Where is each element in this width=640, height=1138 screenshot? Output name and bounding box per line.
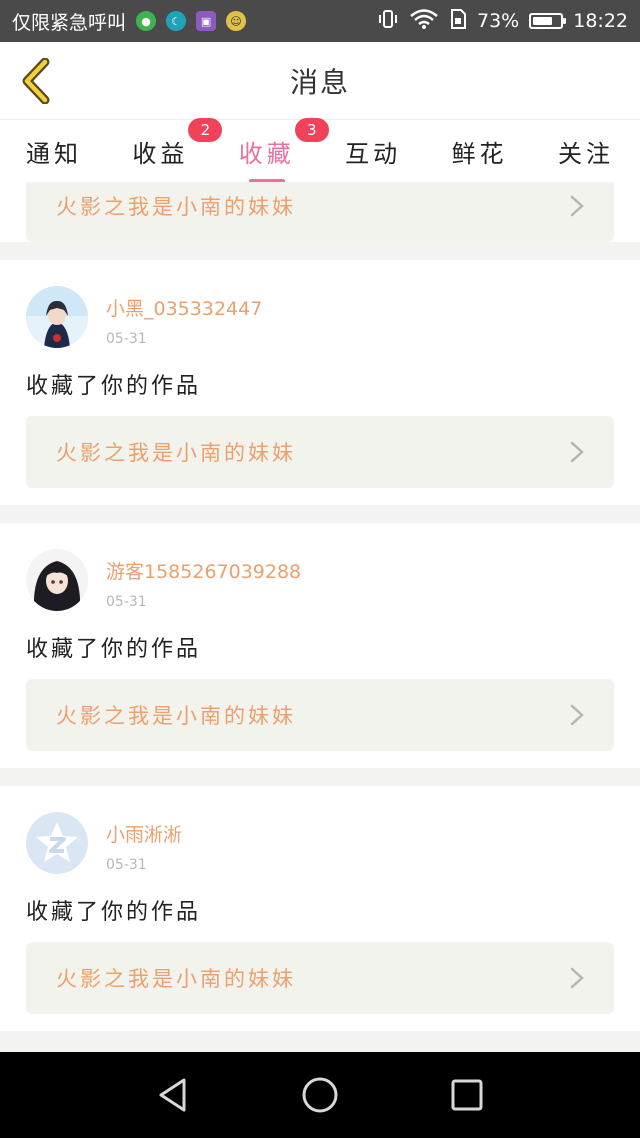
sim-icon (449, 8, 467, 35)
timestamp: 05-31 (106, 857, 147, 873)
vibrate-icon (377, 8, 399, 35)
nav-back-button[interactable] (143, 1065, 203, 1125)
chevron-right-icon (570, 704, 584, 726)
earnings-badge: 2 (188, 117, 223, 142)
action-text: 收藏了你的作品 (26, 374, 202, 399)
app-green-icon: ● (136, 11, 157, 31)
wifi-icon (409, 8, 439, 35)
tab-notice[interactable]: 通知 (26, 134, 82, 169)
work-link[interactable]: 火影之我是小南的妹妹 (26, 182, 614, 242)
battery-percent: 73% (477, 10, 520, 32)
action-text: 收藏了你的作品 (26, 637, 202, 662)
work-title: 火影之我是小南的妹妹 (56, 195, 296, 219)
work-title: 火影之我是小南的妹妹 (56, 704, 296, 728)
action-text: 收藏了你的作品 (26, 900, 202, 925)
avatar[interactable] (26, 812, 88, 874)
recents-square-icon (451, 1079, 483, 1111)
list-item: 小黑_035332447 05-31 收藏了你的作品 火影之我是小南的妹妹 (0, 260, 640, 505)
username[interactable]: 小雨淅淅 (106, 820, 182, 847)
gallery-icon: ▣ (196, 11, 217, 31)
work-link[interactable]: 火影之我是小南的妹妹 (26, 942, 614, 1014)
work-link[interactable]: 火影之我是小南的妹妹 (26, 416, 614, 488)
tab-flowers[interactable]: 鲜花 (452, 134, 508, 169)
work-title: 火影之我是小南的妹妹 (56, 441, 296, 465)
moon-icon: ☾ (166, 11, 187, 31)
list-item: 游客1585267039288 05-31 收藏了你的作品 火影之我是小南的妹妹 (0, 523, 640, 768)
status-bar: 仅限紧急呼叫 ● ☾ ▣ ☺ 73% 18:22 (0, 0, 640, 42)
avatar[interactable] (26, 549, 88, 611)
timestamp: 05-31 (106, 331, 147, 347)
timestamp: 05-31 (106, 594, 147, 610)
page-title: 消息 (289, 65, 350, 99)
home-circle-icon (302, 1077, 338, 1113)
nav-recents-button[interactable] (437, 1065, 497, 1125)
tab-earnings[interactable]: 收益 2 (132, 117, 223, 169)
chevron-right-icon (570, 967, 584, 989)
clock: 18:22 (573, 10, 628, 32)
chevron-right-icon (570, 195, 584, 217)
app-header: 消息 (0, 42, 640, 120)
back-button[interactable] (16, 56, 56, 106)
work-title: 火影之我是小南的妹妹 (56, 967, 296, 991)
tab-favorites[interactable]: 收藏 3 (239, 117, 329, 183)
emoji-icon: ☺ (226, 11, 247, 31)
tab-bar: 通知 收益 2 收藏 3 互动 鲜花 关注 (0, 117, 640, 183)
favorites-feed[interactable]: 火影之我是小南的妹妹 小黑_035332447 05-31 收藏了你的作品 火影… (0, 182, 640, 1052)
avatar[interactable] (26, 286, 88, 348)
tab-interaction[interactable]: 互动 (345, 134, 401, 169)
list-item: 火影之我是小南的妹妹 (0, 182, 640, 242)
nav-home-button[interactable] (290, 1065, 350, 1125)
username[interactable]: 游客1585267039288 (106, 557, 301, 584)
tab-follow[interactable]: 关注 (558, 134, 614, 169)
back-triangle-icon (159, 1078, 186, 1112)
back-chevron-icon (22, 58, 50, 104)
work-link[interactable]: 火影之我是小南的妹妹 (26, 679, 614, 751)
username[interactable]: 小黑_035332447 (106, 294, 262, 321)
favorites-badge: 3 (294, 117, 329, 142)
chevron-right-icon (570, 441, 584, 463)
carrier-text: 仅限紧急呼叫 (12, 11, 127, 34)
battery-icon (529, 13, 567, 29)
list-item: 小雨淅淅 05-31 收藏了你的作品 火影之我是小南的妹妹 (0, 786, 640, 1031)
system-nav-bar (0, 1052, 640, 1138)
